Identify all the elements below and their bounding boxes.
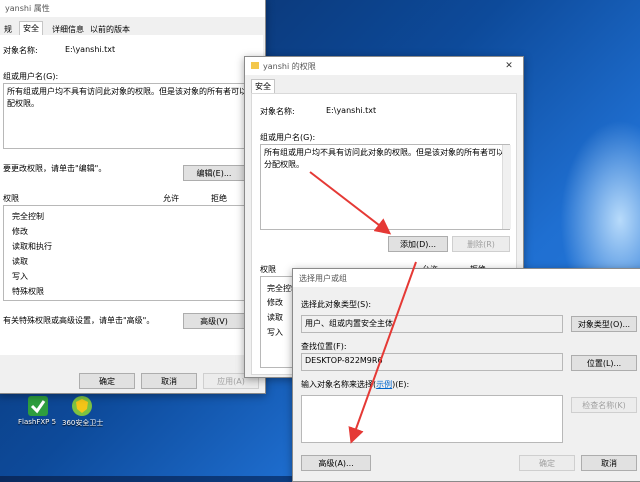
- locations-button[interactable]: 位置(L)...: [571, 355, 637, 371]
- remove-button[interactable]: 删除(R): [452, 236, 510, 252]
- change-hint: 要更改权限，请单击"编辑"。: [3, 164, 107, 173]
- flashfxp-icon: [28, 396, 48, 416]
- ok-button[interactable]: 确定: [79, 373, 135, 389]
- permissions-label: 权限: [3, 194, 19, 203]
- advanced-hint: 有关特殊权限或高级设置，请单击"高级"。: [3, 316, 155, 325]
- shield-icon: [72, 396, 92, 416]
- object-type-label: 选择此对象类型(S):: [301, 300, 372, 309]
- window-title: yanshi 的权限: [263, 62, 316, 71]
- perm-item: 写入: [267, 328, 283, 337]
- object-names-input[interactable]: [301, 395, 563, 443]
- allow-label: 允许: [163, 194, 179, 203]
- advanced-button[interactable]: 高级(V): [183, 313, 245, 329]
- group-label: 组或用户名(G):: [260, 133, 316, 142]
- tab-security[interactable]: 安全: [19, 21, 43, 36]
- group-label: 组或用户名(G):: [3, 72, 59, 81]
- deny-label: 拒绝: [211, 194, 227, 203]
- perm-item: 读取: [12, 257, 28, 266]
- perm-item: 特殊权限: [12, 287, 44, 296]
- enter-names-label: 输入对象名称来选择(示例)(E):: [301, 380, 410, 389]
- object-name-label: 对象名称:: [260, 107, 295, 116]
- permissions-titlebar[interactable]: yanshi 的权限 ✕: [245, 57, 523, 75]
- desktop-icon-360[interactable]: 360安全卫士: [62, 394, 114, 430]
- cancel-button[interactable]: 取消: [141, 373, 197, 389]
- perm-item: 修改: [12, 227, 28, 236]
- examples-link[interactable]: 示例: [376, 380, 392, 389]
- group-list-scrollbar[interactable]: [502, 145, 511, 229]
- properties-titlebar[interactable]: yanshi 属性: [0, 0, 265, 17]
- add-button[interactable]: 添加(D)...: [388, 236, 448, 252]
- object-types-button[interactable]: 对象类型(O)...: [571, 316, 637, 332]
- location-value: DESKTOP-822M9R6: [305, 356, 383, 365]
- location-label: 查找位置(F):: [301, 342, 347, 351]
- edit-button[interactable]: 编辑(E)...: [183, 165, 245, 181]
- object-type-field: 用户、组或内置安全主体: [301, 315, 563, 333]
- select-users-dialog: 选择用户或组 选择此对象类型(S): 用户、组或内置安全主体 对象类型(O)..…: [292, 268, 640, 482]
- group-list[interactable]: 所有组或用户均不具有访问此对象的权限。但是该对象的所有者可以分配权限。: [260, 144, 510, 230]
- group-list[interactable]: 所有组或用户均不具有访问此对象的权限。但是该对象的所有者可以分配权限。: [3, 83, 259, 149]
- cancel-button[interactable]: 取消: [581, 455, 637, 471]
- tab-security[interactable]: 安全: [251, 79, 275, 94]
- select-dialog-titlebar[interactable]: 选择用户或组: [293, 269, 640, 287]
- perm-item: 写入: [12, 272, 28, 281]
- properties-window: yanshi 属性 规 安全 详细信息 以前的版本 对象名称: E:\yansh…: [0, 0, 266, 394]
- window-title: yanshi 属性: [5, 4, 50, 13]
- check-names-button[interactable]: 检查名称(K): [571, 397, 637, 413]
- desktop-icon-flashfxp[interactable]: FlashFXP 5: [18, 394, 62, 430]
- location-field: DESKTOP-822M9R6: [301, 353, 563, 371]
- close-icon[interactable]: ✕: [497, 59, 521, 73]
- perm-item: 完全控制: [12, 212, 44, 221]
- object-name-value: E:\yanshi.txt: [326, 106, 377, 115]
- object-name-value: E:\yanshi.txt: [65, 45, 116, 54]
- perm-item: 读取: [267, 313, 283, 322]
- advanced-button[interactable]: 高级(A)...: [301, 455, 371, 471]
- group-message: 所有组或用户均不具有访问此对象的权限。但是该对象的所有者可以分配权限。: [264, 148, 504, 169]
- object-name-label: 对象名称:: [3, 46, 38, 55]
- folder-icon: [251, 62, 259, 69]
- perm-item: 修改: [267, 298, 283, 307]
- permissions-label: 权限: [260, 265, 276, 274]
- permissions-list: 完全控制 修改 读取和执行 读取 写入 特殊权限: [3, 205, 259, 301]
- ok-button[interactable]: 确定: [519, 455, 575, 471]
- window-title: 选择用户或组: [299, 274, 347, 283]
- object-type-value: 用户、组或内置安全主体: [305, 319, 393, 328]
- group-message: 所有组或用户均不具有访问此对象的权限。但是该对象的所有者可以分配权限。: [7, 87, 255, 108]
- perm-item: 读取和执行: [12, 242, 52, 251]
